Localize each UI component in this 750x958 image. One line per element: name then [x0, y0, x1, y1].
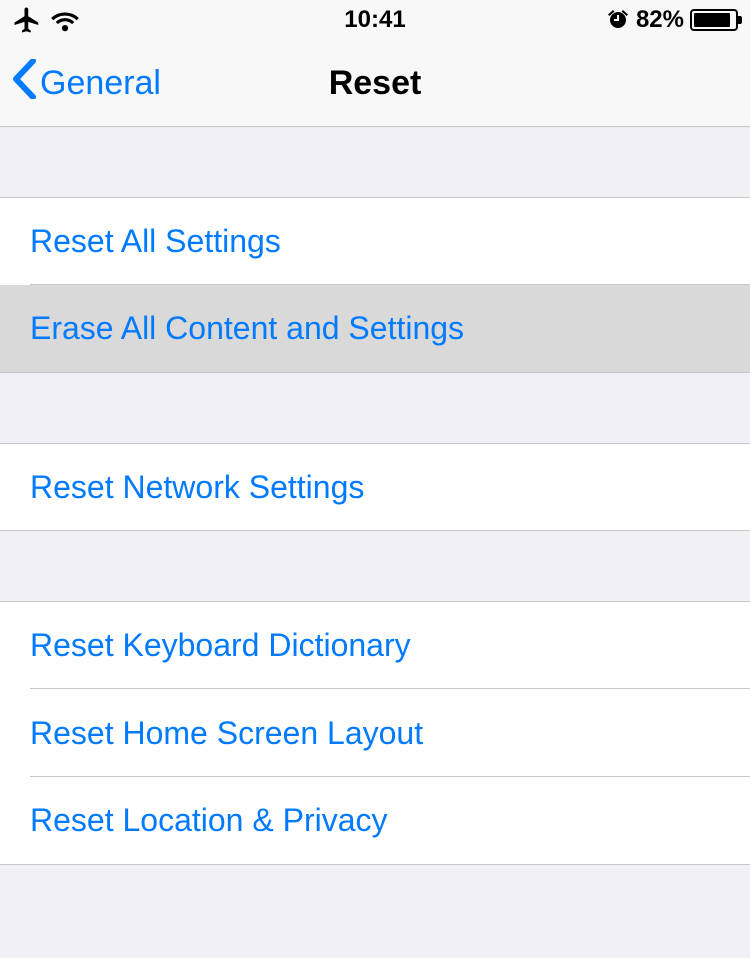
reset-keyboard-dictionary[interactable]: Reset Keyboard Dictionary: [0, 601, 750, 689]
nav-bar: General Reset: [0, 40, 750, 127]
status-time: 10:41: [344, 6, 405, 34]
wifi-icon: [50, 8, 80, 32]
cell-label: Erase All Content and Settings: [30, 310, 464, 347]
cell-label: Reset Location & Privacy: [30, 802, 388, 839]
spacer: [0, 373, 750, 443]
battery-percent: 82%: [636, 6, 684, 34]
airplane-icon: [12, 5, 42, 35]
reset-location-and-privacy[interactable]: Reset Location & Privacy: [0, 777, 750, 865]
battery-icon: [690, 9, 738, 31]
cell-label: Reset All Settings: [30, 223, 281, 260]
back-button[interactable]: General: [12, 59, 161, 108]
page-title: Reset: [329, 64, 422, 103]
erase-all-content-and-settings[interactable]: Erase All Content and Settings: [0, 285, 750, 373]
cell-label: Reset Home Screen Layout: [30, 715, 423, 752]
spacer: [0, 127, 750, 197]
reset-network-settings[interactable]: Reset Network Settings: [0, 443, 750, 531]
status-bar: 10:41 82%: [0, 0, 750, 40]
status-right: 82%: [606, 6, 738, 34]
status-left: [12, 5, 80, 35]
alarm-icon: [606, 8, 630, 32]
reset-home-screen-layout[interactable]: Reset Home Screen Layout: [0, 689, 750, 777]
reset-all-settings[interactable]: Reset All Settings: [0, 197, 750, 285]
chevron-left-icon: [12, 59, 36, 108]
spacer: [0, 531, 750, 601]
cell-label: Reset Keyboard Dictionary: [30, 627, 411, 664]
back-label: General: [40, 64, 161, 103]
cell-label: Reset Network Settings: [30, 469, 364, 506]
